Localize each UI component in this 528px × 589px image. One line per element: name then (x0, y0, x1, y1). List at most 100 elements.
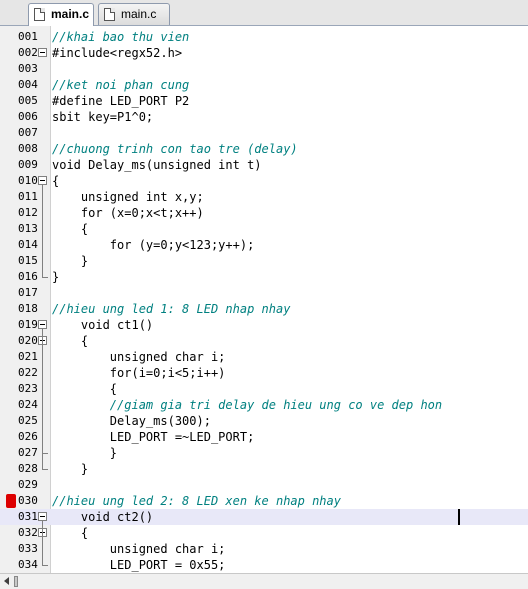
code-text: { (52, 334, 89, 348)
line-number: 009 (18, 158, 38, 171)
line-number: 034 (18, 558, 38, 571)
line-number: 018 (18, 302, 38, 315)
code-text: } (52, 254, 89, 268)
code-line[interactable]: 034 LED_PORT = 0x55; (0, 557, 528, 573)
code-line[interactable]: 016} (0, 269, 528, 285)
code-line[interactable]: 017 (0, 285, 528, 301)
code-line[interactable]: 028 } (0, 461, 528, 477)
code-text: LED_PORT =~LED_PORT; (52, 430, 255, 444)
line-number: 006 (18, 110, 38, 123)
code-line[interactable]: 003 (0, 61, 528, 77)
code-line[interactable]: 005 #define LED_PORT P2 (0, 93, 528, 109)
code-line[interactable]: 031 void ct2() (0, 509, 528, 525)
file-icon (34, 8, 45, 21)
code-line[interactable]: 011 unsigned int x,y; (0, 189, 528, 205)
horizontal-scrollbar[interactable] (0, 573, 528, 589)
code-text: { (52, 174, 60, 188)
code-text: #include<regx52.h> (52, 46, 183, 60)
code-text: for(i=0;i<5;i++) (52, 366, 226, 380)
line-number: 010 (18, 174, 38, 187)
scroll-left-arrow-icon[interactable] (4, 577, 9, 585)
fold-collapse-icon[interactable] (38, 176, 47, 185)
line-number: 001 (18, 30, 38, 43)
code-text: for (y=0;y<123;y++); (52, 238, 255, 252)
line-number: 032 (18, 526, 38, 539)
code-text: //hieu ung led 2: 8 LED xen ke nhap nhay (52, 494, 341, 508)
code-line[interactable]: 021 unsigned char i; (0, 349, 528, 365)
code-text: #define LED_PORT P2 (52, 94, 190, 108)
code-line[interactable]: 015 } (0, 253, 528, 269)
line-number: 013 (18, 222, 38, 235)
code-line[interactable]: 001 //khai bao thu vien (0, 29, 528, 45)
code-line[interactable]: 026 LED_PORT =~LED_PORT; (0, 429, 528, 445)
code-text: //hieu ung led 1: 8 LED nhap nhay (52, 302, 291, 316)
code-text: //chuong trinh con tao tre (delay) (52, 142, 298, 156)
code-text: void ct1() (52, 318, 154, 332)
code-line[interactable]: 004 //ket noi phan cung (0, 77, 528, 93)
tab-label: main.c (51, 7, 90, 21)
line-number: 008 (18, 142, 38, 155)
tab-main-c[interactable]: main.c (98, 3, 170, 25)
code-line[interactable]: 018 //hieu ung led 1: 8 LED nhap nhay (0, 301, 528, 317)
fold-guide-line (42, 537, 43, 565)
code-text: unsigned char i; (52, 350, 226, 364)
fold-guide-end (42, 453, 48, 454)
breakpoint-marker-icon[interactable] (6, 494, 16, 508)
code-text: { (52, 382, 118, 396)
code-line[interactable]: 006 sbit key=P1^0; (0, 109, 528, 125)
code-line[interactable]: 010 { (0, 173, 528, 189)
line-number: 012 (18, 206, 38, 219)
line-number: 003 (18, 62, 38, 75)
code-line[interactable]: 029 (0, 477, 528, 493)
code-line[interactable]: 013 { (0, 221, 528, 237)
code-line[interactable]: 014 for (y=0;y<123;y++); (0, 237, 528, 253)
code-text: sbit key=P1^0; (52, 110, 154, 124)
code-line[interactable]: 002 #include<regx52.h> (0, 45, 528, 61)
line-number: 023 (18, 382, 38, 395)
line-number: 005 (18, 94, 38, 107)
fold-collapse-icon[interactable] (38, 320, 47, 329)
code-line[interactable]: 025 Delay_ms(300); (0, 413, 528, 429)
code-text: { (52, 526, 89, 540)
code-text: LED_PORT = 0x55; (52, 558, 226, 572)
code-line[interactable]: 030 //hieu ung led 2: 8 LED xen ke nhap n… (0, 493, 528, 509)
code-text: Delay_ms(300); (52, 414, 211, 428)
code-line[interactable]: 023 { (0, 381, 528, 397)
line-number: 028 (18, 462, 38, 475)
code-line[interactable]: 020 { (0, 333, 528, 349)
line-number: 027 (18, 446, 38, 459)
text-caret (458, 509, 460, 525)
fold-guide-end (42, 469, 48, 470)
fold-collapse-icon[interactable] (38, 48, 47, 57)
tab-main-c-active[interactable]: main.c (28, 3, 94, 26)
fold-guide-line (42, 185, 43, 277)
code-text: } (52, 446, 118, 460)
fold-guide-end (42, 277, 48, 278)
code-editor[interactable]: 001 //khai bao thu vien 002 #include<regx52… (0, 26, 528, 573)
code-line[interactable]: 019 void ct1() (0, 317, 528, 333)
code-line[interactable]: 008 //chuong trinh con tao tre (delay) (0, 141, 528, 157)
code-line[interactable]: 022 for(i=0;i<5;i++) (0, 365, 528, 381)
code-line[interactable]: 027 } (0, 445, 528, 461)
code-text: { (52, 222, 89, 236)
line-number: 011 (18, 190, 38, 203)
code-line[interactable]: 024 //giam gia tri delay de hieu ung co … (0, 397, 528, 413)
line-number: 033 (18, 542, 38, 555)
scroll-thumb[interactable] (14, 576, 18, 587)
code-text: for (x=0;x<t;x++) (52, 206, 204, 220)
line-number: 016 (18, 270, 38, 283)
code-text: void Delay_ms(unsigned int t) (52, 158, 262, 172)
line-number: 014 (18, 238, 38, 251)
code-line[interactable]: 012 for (x=0;x<t;x++) (0, 205, 528, 221)
line-number: 002 (18, 46, 38, 59)
line-number: 017 (18, 286, 38, 299)
tab-label: main.c (121, 7, 157, 21)
line-number: 026 (18, 430, 38, 443)
code-line[interactable]: 007 (0, 125, 528, 141)
code-line[interactable]: 032 { (0, 525, 528, 541)
code-line[interactable]: 033 unsigned char i; (0, 541, 528, 557)
code-line[interactable]: 009 void Delay_ms(unsigned int t) (0, 157, 528, 173)
code-text: //ket noi phan cung (52, 78, 190, 92)
line-number: 022 (18, 366, 38, 379)
fold-collapse-icon[interactable] (38, 512, 47, 521)
